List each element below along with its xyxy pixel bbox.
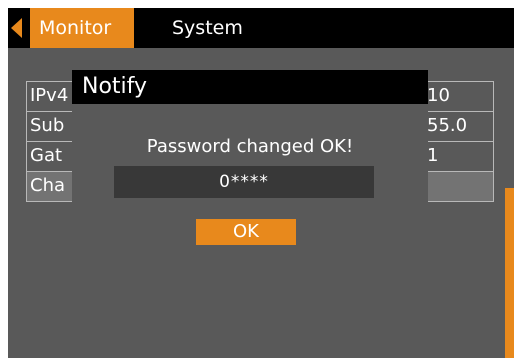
password-display: 0**** bbox=[114, 166, 374, 198]
settings-row-label: IPv4 bbox=[30, 85, 69, 106]
settings-row-label: Cha bbox=[30, 175, 66, 196]
top-bar: Monitor System bbox=[8, 8, 514, 48]
back-arrow-icon[interactable] bbox=[11, 18, 22, 38]
settings-row-value: 1 bbox=[427, 145, 439, 166]
notify-dialog: Notify Password changed OK! 0**** OK bbox=[72, 70, 428, 282]
settings-row-value: 10 bbox=[427, 85, 450, 106]
device-screen: Monitor System IPv4 10 Sub 55.0 Gat 1 Ch… bbox=[8, 8, 514, 358]
settings-row-label: Gat bbox=[30, 145, 63, 166]
tab-system[interactable]: System bbox=[163, 8, 252, 48]
tab-monitor-label: Monitor bbox=[39, 17, 112, 39]
settings-row-value: 55.0 bbox=[427, 115, 468, 136]
dialog-title: Notify bbox=[72, 70, 428, 104]
dialog-message: Password changed OK! bbox=[146, 136, 354, 157]
ok-button[interactable]: OK bbox=[196, 219, 296, 245]
tab-system-label: System bbox=[172, 17, 243, 39]
settings-row-label: Sub bbox=[30, 115, 65, 136]
scrollbar[interactable] bbox=[505, 188, 514, 358]
tab-monitor[interactable]: Monitor bbox=[30, 8, 134, 48]
